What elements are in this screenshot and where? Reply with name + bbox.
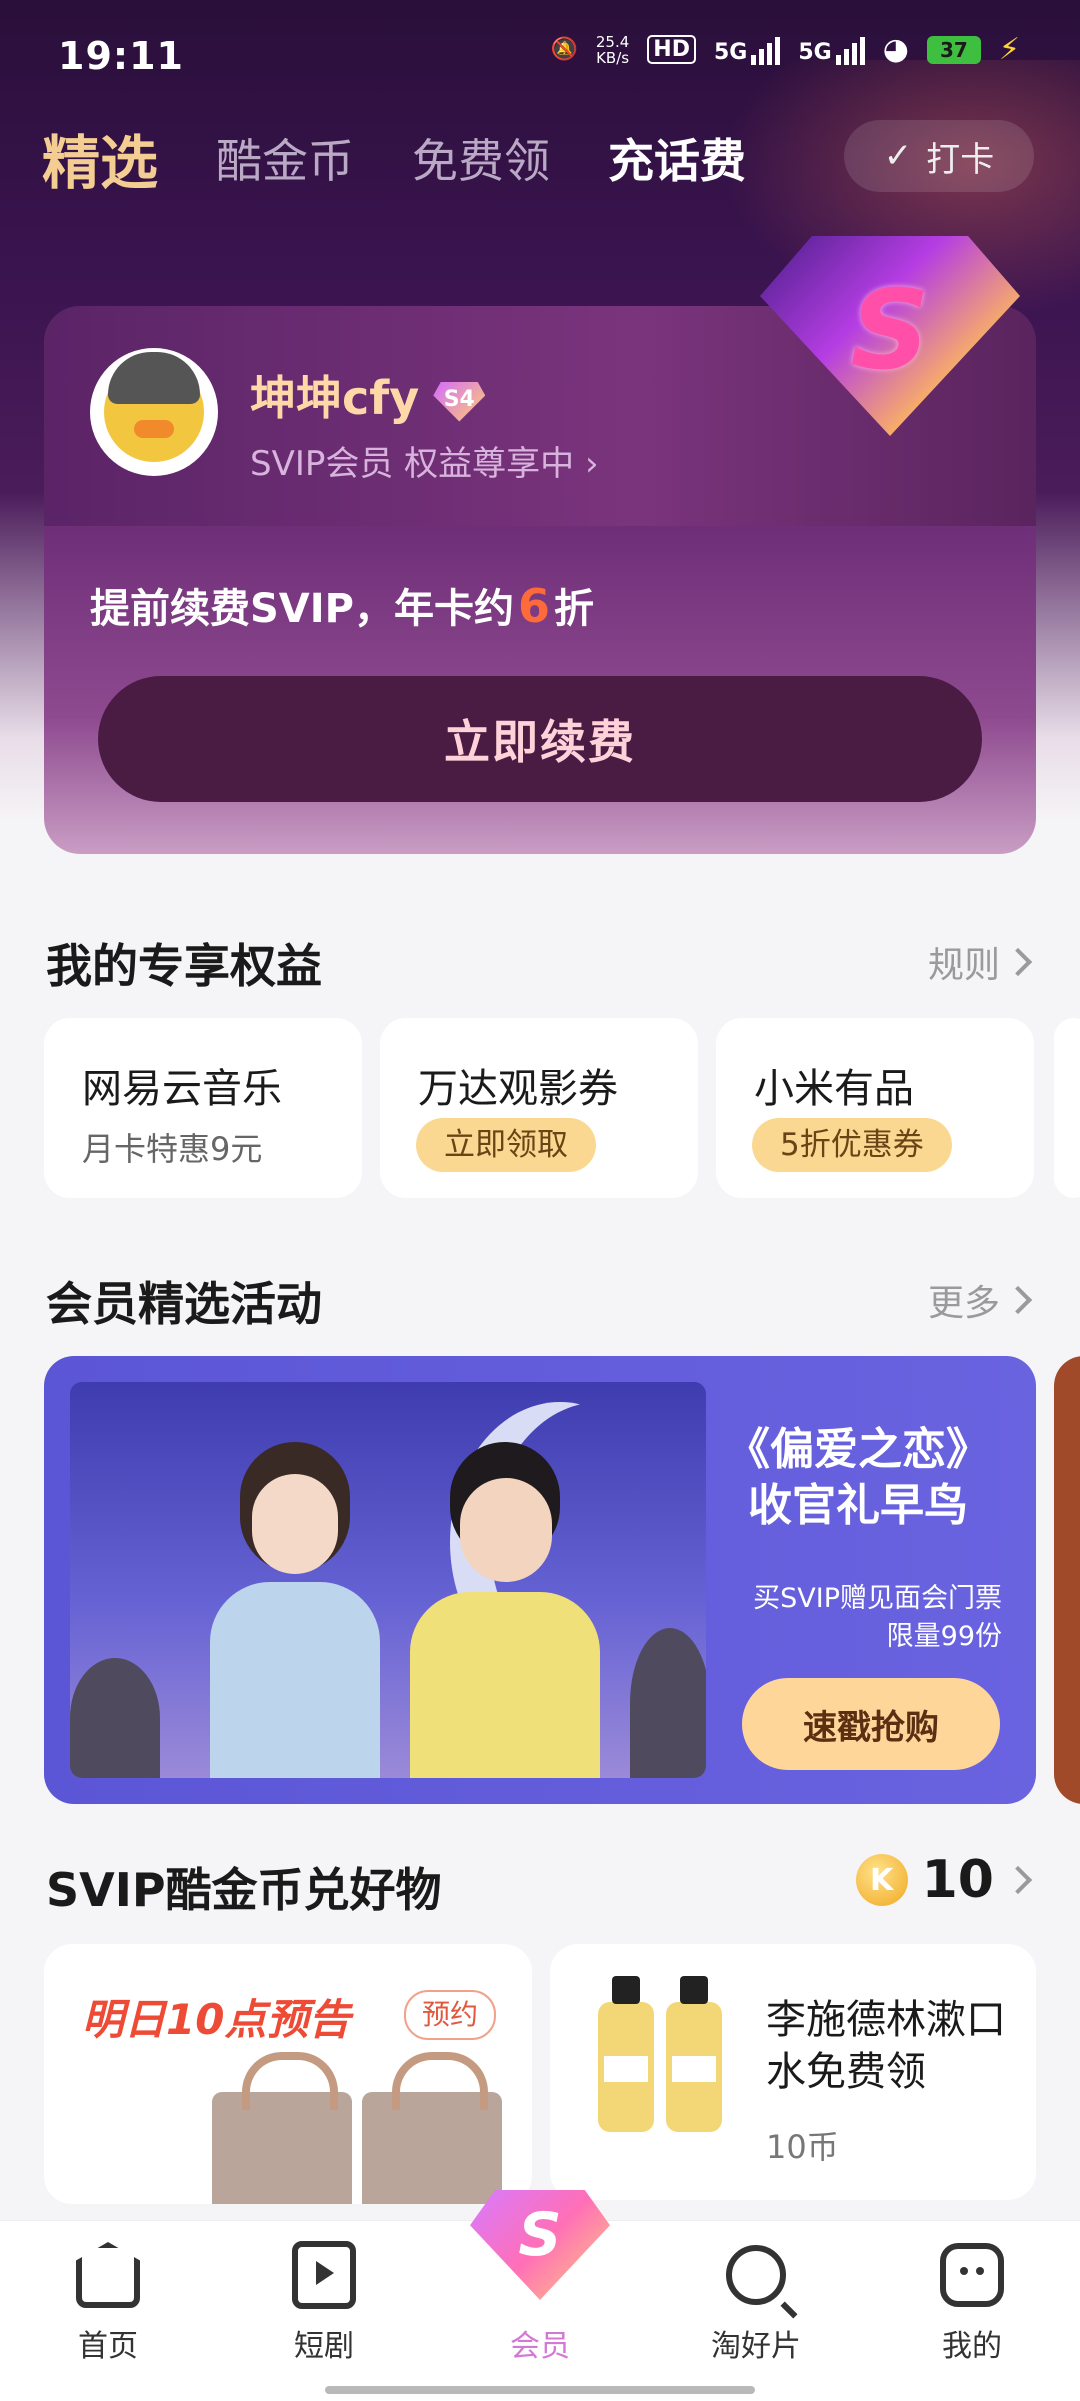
tote-bag-image xyxy=(212,2052,352,2204)
coins-section-title: SVIP酷金币兑好物 xyxy=(46,1863,442,1917)
reserve-button[interactable]: 预约 xyxy=(403,1990,496,2040)
renew-button[interactable]: 立即续费 xyxy=(98,676,982,802)
hd-icon: HD xyxy=(647,35,696,64)
wifi-icon: ◕ xyxy=(882,32,909,67)
svip-level-badge: S4 xyxy=(433,381,486,422)
status-icons: 🔕 25.4 KB/s HD 5G 5G ◕ 37 ⚡ xyxy=(550,32,1020,67)
nav-short-drama[interactable]: 短剧 xyxy=(254,2241,394,2365)
benefit-card-wanda[interactable]: 万达观影券 立即领取 xyxy=(380,1018,698,1198)
benefits-title: 我的专享权益 xyxy=(46,939,322,993)
nav-discover-label: 淘好片 xyxy=(711,2329,801,2364)
promo-suffix: 折 xyxy=(553,586,594,632)
actress-figure xyxy=(210,1422,380,1778)
banner-desc-1: 买SVIP赠见面会门票 xyxy=(753,1583,1002,1614)
home-indicator[interactable] xyxy=(325,2386,755,2394)
charging-icon: ⚡ xyxy=(998,32,1020,67)
preview-notice: 明日10点预告 xyxy=(82,1995,351,2044)
goods-card-mouthwash[interactable]: 李施德林漱口水免费领 10币 xyxy=(550,1944,1036,2200)
avatar[interactable] xyxy=(90,348,218,476)
signal-icon xyxy=(751,35,781,65)
signal-icon xyxy=(835,35,865,65)
top-tab-bar: 精选 酷金币 免费领 充话费 xyxy=(42,118,804,198)
status-time: 19:11 xyxy=(58,34,184,78)
status-bar: 19:11 🔕 25.4 KB/s HD 5G 5G ◕ 37 ⚡ xyxy=(0,0,1080,110)
network-type-2: 5G xyxy=(798,39,832,65)
chevron-right-icon xyxy=(1003,1865,1033,1895)
mute-icon: 🔕 xyxy=(550,37,578,62)
battery-icon: 37 xyxy=(926,35,981,64)
signal-1: 5G xyxy=(713,35,781,65)
promo-prefix: 提前续费SVIP，年卡约 xyxy=(90,586,514,632)
plant-illustration xyxy=(630,1628,706,1778)
plant-illustration xyxy=(70,1658,160,1778)
goods-name: 李施德林漱口水免费领 xyxy=(766,1997,1006,2095)
benefit-title: 万达观影券 xyxy=(418,1066,618,1112)
benefit-title: 小米有品 xyxy=(754,1066,914,1112)
chevron-right-icon: › xyxy=(585,444,599,484)
coin-icon: K xyxy=(855,1854,908,1906)
signal-2: 5G xyxy=(798,35,865,65)
profile-icon xyxy=(940,2243,1004,2307)
nav-home[interactable]: 首页 xyxy=(38,2242,178,2365)
nav-short-drama-label: 短剧 xyxy=(294,2329,354,2364)
network-type-1: 5G xyxy=(713,39,748,65)
buy-now-button[interactable]: 速戳抢购 xyxy=(742,1678,1000,1770)
nav-me-label: 我的 xyxy=(942,2329,1002,2364)
tab-phone-recharge[interactable]: 充话费 xyxy=(608,125,746,191)
speed-value: 25.4 xyxy=(595,32,630,51)
check-icon: ✓ xyxy=(883,136,913,176)
nav-me[interactable]: 我的 xyxy=(902,2243,1042,2365)
nav-discover[interactable]: 淘好片 xyxy=(686,2243,826,2365)
search-play-icon xyxy=(726,2245,786,2305)
rules-link-label: 规则 xyxy=(927,945,1000,986)
coin-balance: 10 xyxy=(921,1850,994,1910)
benefit-card-netease[interactable]: 网易云音乐 月卡特惠9元 xyxy=(44,1018,362,1198)
benefit-subtitle: 月卡特惠9元 xyxy=(82,1130,263,1168)
rules-link[interactable]: 规则 xyxy=(927,936,1033,988)
mouthwash-bottle-image xyxy=(666,1976,722,2132)
banner-description: 买SVIP赠见面会门票 限量99份 xyxy=(753,1580,1002,1656)
actor-figure xyxy=(410,1442,600,1778)
chevron-right-icon xyxy=(1003,1285,1033,1315)
activity-banner[interactable]: 《偏爱之恋》 收官礼早鸟 买SVIP赠见面会门票 限量99份 速戳抢购 xyxy=(44,1356,1036,1804)
claim-now-pill[interactable]: 立即领取 xyxy=(416,1118,596,1172)
promo-discount: 6 xyxy=(517,579,550,633)
tab-featured[interactable]: 精选 xyxy=(42,116,158,200)
goods-price: 10币 xyxy=(766,2128,839,2166)
next-banner-peek[interactable] xyxy=(1054,1356,1080,1804)
benefit-card-next[interactable] xyxy=(1054,1018,1080,1198)
member-status-text: SVIP会员 权益尊享中 xyxy=(250,444,575,484)
more-link[interactable]: 更多 xyxy=(927,1274,1033,1326)
banner-headline-2: 收官礼早鸟 xyxy=(748,1480,968,1531)
coin-balance-link[interactable]: K 10 xyxy=(855,1850,1033,1910)
mouthwash-bottle-image xyxy=(598,1976,654,2132)
banner-image xyxy=(70,1382,706,1778)
benefit-title: 网易云音乐 xyxy=(82,1066,282,1112)
speed-unit: KB/s xyxy=(596,48,630,67)
home-icon xyxy=(76,2242,140,2308)
renew-promo-text: 提前续费SVIP，年卡约6 折 xyxy=(90,576,594,634)
play-icon xyxy=(292,2241,356,2309)
member-status-link[interactable]: SVIP会员 权益尊享中 › xyxy=(250,436,599,485)
tote-bag-image xyxy=(362,2052,502,2204)
more-link-label: 更多 xyxy=(927,1283,1000,1324)
banner-headline: 《偏爱之恋》 收官礼早鸟 xyxy=(708,1422,1008,1534)
username: 坤坤cfy S4 xyxy=(250,362,486,428)
banner-desc-2: 限量99份 xyxy=(886,1621,1002,1652)
checkin-label: 打卡 xyxy=(926,139,995,180)
avatar-image xyxy=(104,352,204,462)
nav-home-label: 首页 xyxy=(78,2329,138,2364)
chevron-right-icon xyxy=(1003,947,1033,977)
tab-coins[interactable]: 酷金币 xyxy=(216,125,354,191)
nav-vip-label: 会员 xyxy=(510,2329,570,2364)
goods-card-preview[interactable]: 明日10点预告 预约 xyxy=(44,1944,532,2204)
benefit-card-xiaomi[interactable]: 小米有品 5折优惠券 xyxy=(716,1018,1034,1198)
coupon-pill[interactable]: 5折优惠券 xyxy=(752,1118,952,1172)
network-speed: 25.4 KB/s xyxy=(596,34,629,66)
username-text: 坤坤cfy xyxy=(250,371,420,425)
checkin-button[interactable]: ✓ 打卡 xyxy=(844,120,1034,192)
activity-title: 会员精选活动 xyxy=(46,1277,322,1331)
banner-headline-1: 《偏爱之恋》 xyxy=(726,1424,990,1475)
tab-free[interactable]: 免费领 xyxy=(412,125,550,191)
